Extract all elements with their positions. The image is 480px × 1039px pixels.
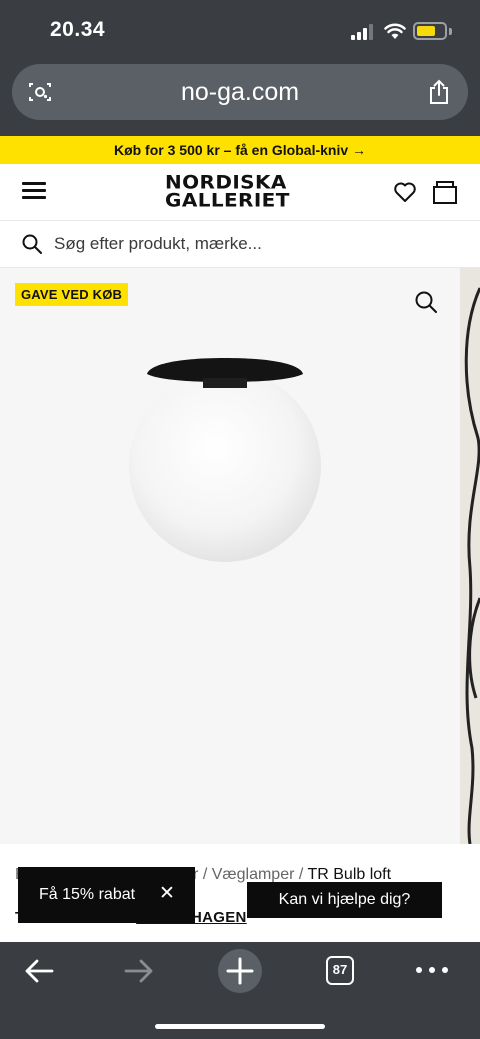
breadcrumb-current: TR Bulb loft — [307, 866, 392, 883]
zoom-icon[interactable] — [414, 290, 438, 314]
promo-banner[interactable]: Køb for 3 500 kr – få en Global-kniv → — [0, 136, 480, 164]
browser-toolbar: 87 — [0, 942, 480, 1039]
product-gallery[interactable]: GAVE VED KØB — [0, 268, 480, 844]
close-icon[interactable]: ✕ — [158, 884, 176, 904]
menu-icon[interactable] — [22, 182, 46, 200]
url-text[interactable]: no-ga.com — [12, 78, 468, 107]
ceiling-lamp-illustration — [129, 358, 321, 562]
next-product-image[interactable] — [460, 268, 480, 844]
product-image[interactable]: GAVE VED KØB — [0, 268, 460, 844]
bag-icon[interactable] — [432, 179, 458, 205]
share-icon[interactable] — [428, 79, 450, 105]
search-input[interactable] — [54, 230, 454, 258]
search-icon[interactable] — [22, 234, 42, 254]
help-chat-button[interactable]: Kan vi hjælpe dig? — [247, 882, 442, 918]
promo-text[interactable]: Køb for 3 500 kr – få en Global-kniv → — [114, 142, 366, 158]
browser-address-area: no-ga.com — [0, 62, 480, 136]
discount-popup[interactable]: Få 15% rabat ✕ — [18, 867, 195, 923]
heart-icon[interactable] — [393, 180, 417, 204]
logo-line-2: GALLERIET — [165, 188, 290, 212]
more-icon[interactable] — [416, 967, 448, 975]
cellular-signal-icon — [351, 24, 375, 40]
tabs-icon[interactable]: 87 — [326, 956, 354, 985]
plus-icon — [226, 957, 254, 985]
home-indicator[interactable] — [155, 1024, 325, 1029]
new-tab-button[interactable] — [218, 949, 262, 993]
battery-icon — [413, 22, 447, 40]
back-arrow-icon[interactable] — [24, 958, 54, 984]
forward-arrow-icon[interactable] — [124, 958, 154, 984]
wifi-icon — [384, 23, 406, 39]
status-time: 20.34 — [50, 18, 106, 41]
discount-label[interactable]: Få 15% rabat — [39, 886, 135, 904]
site-header: NORDISKA GALLERIET — [0, 164, 480, 220]
gift-badge: GAVE VED KØB — [15, 283, 129, 306]
status-bar: 20.34 — [0, 0, 480, 62]
address-bar[interactable]: no-ga.com — [12, 64, 468, 120]
search-bar — [0, 220, 480, 268]
site-logo[interactable]: NORDISKA GALLERIET — [165, 172, 315, 212]
next-image-pattern — [464, 287, 480, 844]
